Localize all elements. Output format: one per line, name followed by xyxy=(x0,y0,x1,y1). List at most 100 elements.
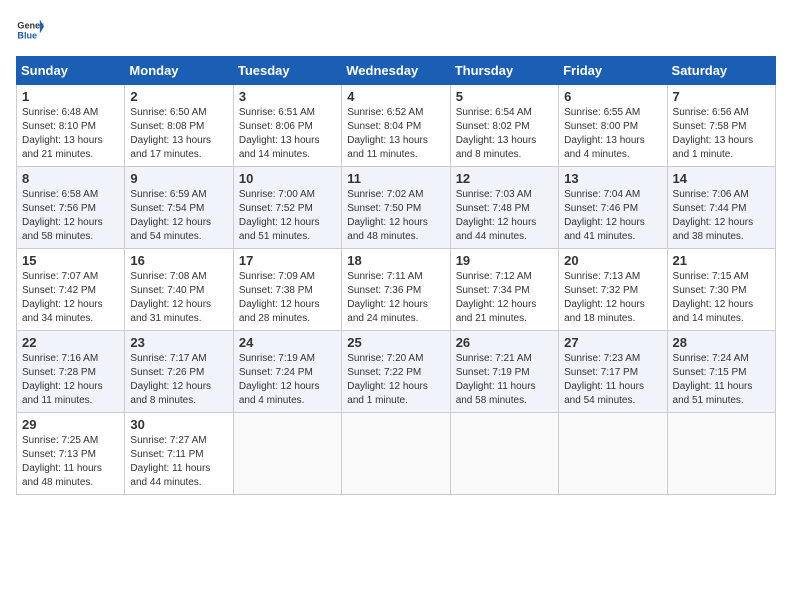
day-info: Sunrise: 7:21 AM Sunset: 7:19 PM Dayligh… xyxy=(456,352,553,408)
day-number: 24 xyxy=(239,335,336,350)
calendar-day-cell: 14 Sunrise: 7:06 AM Sunset: 7:44 PM Dayl… xyxy=(667,167,775,249)
day-info: Sunrise: 7:20 AM Sunset: 7:22 PM Dayligh… xyxy=(347,352,444,408)
calendar-week-row: 8 Sunrise: 6:58 AM Sunset: 7:56 PM Dayli… xyxy=(17,167,776,249)
weekday-header: Tuesday xyxy=(233,57,341,85)
day-number: 30 xyxy=(130,417,227,432)
day-number: 1 xyxy=(22,89,119,104)
day-info: Sunrise: 6:56 AM Sunset: 7:58 PM Dayligh… xyxy=(673,106,770,162)
day-number: 5 xyxy=(456,89,553,104)
day-number: 9 xyxy=(130,171,227,186)
calendar-day-cell: 18 Sunrise: 7:11 AM Sunset: 7:36 PM Dayl… xyxy=(342,249,450,331)
day-info: Sunrise: 7:23 AM Sunset: 7:17 PM Dayligh… xyxy=(564,352,661,408)
day-number: 8 xyxy=(22,171,119,186)
day-info: Sunrise: 7:00 AM Sunset: 7:52 PM Dayligh… xyxy=(239,188,336,244)
calendar-day-cell: 27 Sunrise: 7:23 AM Sunset: 7:17 PM Dayl… xyxy=(559,331,667,413)
calendar-day-cell: 21 Sunrise: 7:15 AM Sunset: 7:30 PM Dayl… xyxy=(667,249,775,331)
day-number: 10 xyxy=(239,171,336,186)
calendar-table: SundayMondayTuesdayWednesdayThursdayFrid… xyxy=(16,56,776,495)
day-number: 26 xyxy=(456,335,553,350)
calendar-day-cell: 7 Sunrise: 6:56 AM Sunset: 7:58 PM Dayli… xyxy=(667,85,775,167)
day-number: 27 xyxy=(564,335,661,350)
weekday-header: Saturday xyxy=(667,57,775,85)
day-info: Sunrise: 6:52 AM Sunset: 8:04 PM Dayligh… xyxy=(347,106,444,162)
day-info: Sunrise: 6:58 AM Sunset: 7:56 PM Dayligh… xyxy=(22,188,119,244)
calendar-day-cell: 12 Sunrise: 7:03 AM Sunset: 7:48 PM Dayl… xyxy=(450,167,558,249)
day-info: Sunrise: 7:07 AM Sunset: 7:42 PM Dayligh… xyxy=(22,270,119,326)
calendar-week-row: 29 Sunrise: 7:25 AM Sunset: 7:13 PM Dayl… xyxy=(17,413,776,495)
day-number: 25 xyxy=(347,335,444,350)
calendar-week-row: 1 Sunrise: 6:48 AM Sunset: 8:10 PM Dayli… xyxy=(17,85,776,167)
day-number: 16 xyxy=(130,253,227,268)
day-number: 20 xyxy=(564,253,661,268)
day-info: Sunrise: 7:04 AM Sunset: 7:46 PM Dayligh… xyxy=(564,188,661,244)
day-info: Sunrise: 7:02 AM Sunset: 7:50 PM Dayligh… xyxy=(347,188,444,244)
calendar-header-row: SundayMondayTuesdayWednesdayThursdayFrid… xyxy=(17,57,776,85)
calendar-day-cell xyxy=(342,413,450,495)
calendar-week-row: 15 Sunrise: 7:07 AM Sunset: 7:42 PM Dayl… xyxy=(17,249,776,331)
calendar-day-cell xyxy=(667,413,775,495)
calendar-day-cell: 24 Sunrise: 7:19 AM Sunset: 7:24 PM Dayl… xyxy=(233,331,341,413)
logo-icon: General Blue xyxy=(16,16,44,44)
day-number: 6 xyxy=(564,89,661,104)
calendar-day-cell: 5 Sunrise: 6:54 AM Sunset: 8:02 PM Dayli… xyxy=(450,85,558,167)
calendar-day-cell: 1 Sunrise: 6:48 AM Sunset: 8:10 PM Dayli… xyxy=(17,85,125,167)
day-number: 17 xyxy=(239,253,336,268)
day-info: Sunrise: 6:55 AM Sunset: 8:00 PM Dayligh… xyxy=(564,106,661,162)
calendar-day-cell: 8 Sunrise: 6:58 AM Sunset: 7:56 PM Dayli… xyxy=(17,167,125,249)
calendar-day-cell: 25 Sunrise: 7:20 AM Sunset: 7:22 PM Dayl… xyxy=(342,331,450,413)
day-info: Sunrise: 7:03 AM Sunset: 7:48 PM Dayligh… xyxy=(456,188,553,244)
weekday-header: Friday xyxy=(559,57,667,85)
day-number: 22 xyxy=(22,335,119,350)
calendar-day-cell: 3 Sunrise: 6:51 AM Sunset: 8:06 PM Dayli… xyxy=(233,85,341,167)
day-info: Sunrise: 7:15 AM Sunset: 7:30 PM Dayligh… xyxy=(673,270,770,326)
day-info: Sunrise: 7:16 AM Sunset: 7:28 PM Dayligh… xyxy=(22,352,119,408)
day-info: Sunrise: 7:13 AM Sunset: 7:32 PM Dayligh… xyxy=(564,270,661,326)
calendar-day-cell: 17 Sunrise: 7:09 AM Sunset: 7:38 PM Dayl… xyxy=(233,249,341,331)
day-info: Sunrise: 7:24 AM Sunset: 7:15 PM Dayligh… xyxy=(673,352,770,408)
day-info: Sunrise: 6:50 AM Sunset: 8:08 PM Dayligh… xyxy=(130,106,227,162)
day-number: 3 xyxy=(239,89,336,104)
day-number: 12 xyxy=(456,171,553,186)
calendar-day-cell: 13 Sunrise: 7:04 AM Sunset: 7:46 PM Dayl… xyxy=(559,167,667,249)
page-header: General Blue xyxy=(16,16,776,44)
day-info: Sunrise: 7:25 AM Sunset: 7:13 PM Dayligh… xyxy=(22,434,119,490)
calendar-day-cell: 28 Sunrise: 7:24 AM Sunset: 7:15 PM Dayl… xyxy=(667,331,775,413)
day-info: Sunrise: 6:54 AM Sunset: 8:02 PM Dayligh… xyxy=(456,106,553,162)
svg-text:Blue: Blue xyxy=(17,30,37,40)
weekday-header: Monday xyxy=(125,57,233,85)
day-number: 4 xyxy=(347,89,444,104)
calendar-day-cell: 10 Sunrise: 7:00 AM Sunset: 7:52 PM Dayl… xyxy=(233,167,341,249)
day-number: 15 xyxy=(22,253,119,268)
calendar-day-cell: 16 Sunrise: 7:08 AM Sunset: 7:40 PM Dayl… xyxy=(125,249,233,331)
calendar-day-cell: 6 Sunrise: 6:55 AM Sunset: 8:00 PM Dayli… xyxy=(559,85,667,167)
day-number: 14 xyxy=(673,171,770,186)
calendar-day-cell: 29 Sunrise: 7:25 AM Sunset: 7:13 PM Dayl… xyxy=(17,413,125,495)
day-number: 13 xyxy=(564,171,661,186)
day-info: Sunrise: 6:48 AM Sunset: 8:10 PM Dayligh… xyxy=(22,106,119,162)
calendar-day-cell: 15 Sunrise: 7:07 AM Sunset: 7:42 PM Dayl… xyxy=(17,249,125,331)
day-info: Sunrise: 7:17 AM Sunset: 7:26 PM Dayligh… xyxy=(130,352,227,408)
day-info: Sunrise: 7:06 AM Sunset: 7:44 PM Dayligh… xyxy=(673,188,770,244)
calendar-day-cell: 26 Sunrise: 7:21 AM Sunset: 7:19 PM Dayl… xyxy=(450,331,558,413)
calendar-day-cell: 30 Sunrise: 7:27 AM Sunset: 7:11 PM Dayl… xyxy=(125,413,233,495)
weekday-header: Thursday xyxy=(450,57,558,85)
calendar-day-cell: 23 Sunrise: 7:17 AM Sunset: 7:26 PM Dayl… xyxy=(125,331,233,413)
weekday-header: Sunday xyxy=(17,57,125,85)
calendar-day-cell: 20 Sunrise: 7:13 AM Sunset: 7:32 PM Dayl… xyxy=(559,249,667,331)
calendar-day-cell xyxy=(233,413,341,495)
calendar-day-cell: 9 Sunrise: 6:59 AM Sunset: 7:54 PM Dayli… xyxy=(125,167,233,249)
calendar-day-cell xyxy=(559,413,667,495)
logo: General Blue xyxy=(16,16,44,44)
calendar-day-cell: 19 Sunrise: 7:12 AM Sunset: 7:34 PM Dayl… xyxy=(450,249,558,331)
calendar-day-cell: 4 Sunrise: 6:52 AM Sunset: 8:04 PM Dayli… xyxy=(342,85,450,167)
day-info: Sunrise: 7:19 AM Sunset: 7:24 PM Dayligh… xyxy=(239,352,336,408)
day-info: Sunrise: 6:51 AM Sunset: 8:06 PM Dayligh… xyxy=(239,106,336,162)
day-number: 19 xyxy=(456,253,553,268)
day-info: Sunrise: 6:59 AM Sunset: 7:54 PM Dayligh… xyxy=(130,188,227,244)
day-number: 2 xyxy=(130,89,227,104)
calendar-day-cell xyxy=(450,413,558,495)
day-number: 29 xyxy=(22,417,119,432)
calendar-day-cell: 11 Sunrise: 7:02 AM Sunset: 7:50 PM Dayl… xyxy=(342,167,450,249)
calendar-week-row: 22 Sunrise: 7:16 AM Sunset: 7:28 PM Dayl… xyxy=(17,331,776,413)
day-number: 11 xyxy=(347,171,444,186)
